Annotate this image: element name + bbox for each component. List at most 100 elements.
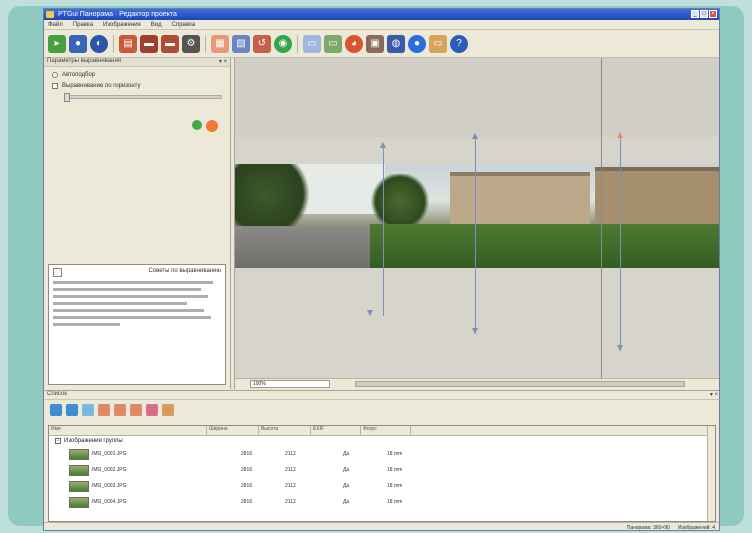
scroll-thumb[interactable] [355, 381, 685, 387]
slider-thumb[interactable] [64, 93, 70, 102]
run-button[interactable] [206, 120, 218, 132]
color-icon[interactable]: ◉ [274, 34, 292, 53]
pin-icon[interactable]: ▾ × [710, 391, 718, 398]
grid-icon[interactable]: ▦ [211, 34, 229, 53]
flip-icon[interactable] [130, 404, 142, 416]
zoom-field[interactable]: 100% [250, 380, 330, 388]
arrow-down-icon [367, 310, 373, 316]
open-icon[interactable]: ▸ [48, 34, 66, 53]
close-button[interactable]: × [709, 10, 717, 18]
guide-line[interactable] [620, 136, 621, 351]
link-icon[interactable]: ▭ [303, 34, 321, 53]
menu-file[interactable]: Файл [48, 22, 63, 28]
menu-help[interactable]: Справка [172, 22, 196, 28]
tips-text-line [53, 316, 211, 319]
arrow-up-icon [472, 133, 478, 139]
align-icon[interactable]: ▤ [119, 34, 137, 53]
col-height[interactable]: Высота [259, 426, 311, 435]
panorama-viewport[interactable]: 100% [234, 58, 719, 389]
table-row[interactable]: IMG_0004.JPG 2816 2112 Да 18 mm [49, 494, 715, 510]
thumbnail [69, 448, 89, 460]
folder-icon[interactable]: ▭ [429, 34, 447, 53]
add-image-icon[interactable] [50, 404, 62, 416]
menu-bar: Файл Правка Изображения Вид Справка [44, 20, 719, 30]
optimize-icon[interactable]: ▬ [161, 34, 179, 53]
table-header: Имя Ширина Высота EXIF Фокус [49, 426, 715, 436]
pin-icon[interactable]: ▾ × [219, 58, 227, 65]
panorama-road [235, 226, 375, 268]
rotate-right-icon[interactable] [114, 404, 126, 416]
exposure-icon[interactable] [146, 404, 158, 416]
table-row[interactable]: IMG_0003.JPG 2816 2112 Да 18 mm [49, 478, 715, 494]
main-toolbar: ▸ ● ◐ ▤ ▬ ▬ ⚙ ▦ ▧ ↺ ◉ ▭ ▭ ◕ ▣ ◍ ● ▭ ? [44, 30, 719, 58]
minimize-button[interactable]: _ [691, 10, 699, 18]
image-table: Имя Ширина Высота EXIF Фокус − Изображен… [48, 425, 716, 522]
alignment-panel: Параметры выравнивания ▾ × Автоподбор Вы… [44, 58, 231, 389]
save-icon[interactable]: ● [69, 34, 87, 53]
horizon-option[interactable]: Выравнивание по горизонту [52, 83, 230, 89]
thumbnail [69, 480, 89, 492]
panorama-tree [370, 174, 430, 229]
menu-view[interactable]: Вид [151, 22, 162, 28]
guide-line[interactable] [475, 136, 476, 334]
collapse-icon[interactable]: − [55, 438, 61, 444]
menu-images[interactable]: Изображения [103, 22, 141, 28]
tips-text-line [53, 302, 188, 305]
window-title: PTGui Панорама · Редактор проекта [58, 11, 177, 18]
viewport-scrollbar[interactable]: 100% [235, 378, 719, 389]
remove-image-icon[interactable] [66, 404, 78, 416]
toolbar-separator [113, 34, 114, 53]
tips-box: Советы по выравниванию [48, 264, 226, 385]
sphere2-icon[interactable]: ● [408, 34, 426, 53]
viewport-empty-area [235, 58, 719, 137]
panel-actions [192, 120, 218, 132]
panorama-building [450, 172, 590, 227]
window-controls: _ □ × [691, 10, 717, 18]
strength-slider[interactable] [64, 93, 222, 102]
horizon-checkbox[interactable] [52, 83, 58, 89]
tips-text-line [53, 323, 121, 326]
info-icon [53, 268, 62, 277]
crop-icon[interactable]: ⚙ [182, 34, 200, 53]
mask-icon[interactable]: ▧ [232, 34, 250, 53]
table-row[interactable]: IMG_0001.JPG 2816 2112 Да 18 mm [49, 446, 715, 462]
col-name[interactable]: Имя [49, 426, 207, 435]
menu-edit[interactable]: Правка [73, 22, 93, 28]
col-width[interactable]: Ширина [207, 426, 259, 435]
list-toolbar [44, 400, 719, 420]
seam-line[interactable] [601, 58, 602, 378]
col-exif[interactable]: EXIF [311, 426, 361, 435]
toolbar-separator [205, 34, 206, 53]
panorama-grass [370, 224, 719, 268]
table-row[interactable]: IMG_0002.JPG 2816 2112 Да 18 mm [49, 462, 715, 478]
thumbnail [69, 464, 89, 476]
guide-line[interactable] [383, 146, 384, 316]
app-icon [46, 11, 54, 18]
auto-option[interactable]: Автоподбор [52, 72, 230, 78]
image-group[interactable]: − Изображения группы [49, 436, 715, 446]
panorama-building [595, 167, 719, 227]
properties-icon[interactable] [162, 404, 174, 416]
thumbnail [69, 496, 89, 508]
status-right: Изображений: 4 [677, 524, 715, 531]
panorama-image[interactable] [235, 164, 719, 268]
sphere-icon[interactable]: ◕ [345, 34, 363, 53]
maximize-button[interactable]: □ [700, 10, 708, 18]
tips-text-line [53, 281, 213, 284]
help-icon[interactable]: ? [450, 34, 468, 53]
control-points-icon[interactable]: ▬ [140, 34, 158, 53]
tips-text-line [53, 295, 208, 298]
auto-radio[interactable] [52, 72, 58, 78]
stitch-icon[interactable]: ▣ [366, 34, 384, 53]
tips-text-line [53, 309, 205, 312]
globe-icon[interactable]: ◐ [90, 34, 108, 53]
move-up-icon[interactable] [82, 404, 94, 416]
panel-header: Параметры выравнивания ▾ × [44, 58, 230, 67]
table-scrollbar[interactable] [707, 426, 715, 521]
apply-button[interactable] [192, 120, 202, 130]
rotate-left-icon[interactable] [98, 404, 110, 416]
rotate-icon[interactable]: ↺ [253, 34, 271, 53]
col-focus[interactable]: Фокус [361, 426, 411, 435]
batch-icon[interactable]: ▭ [324, 34, 342, 53]
globe2-icon[interactable]: ◍ [387, 34, 405, 53]
